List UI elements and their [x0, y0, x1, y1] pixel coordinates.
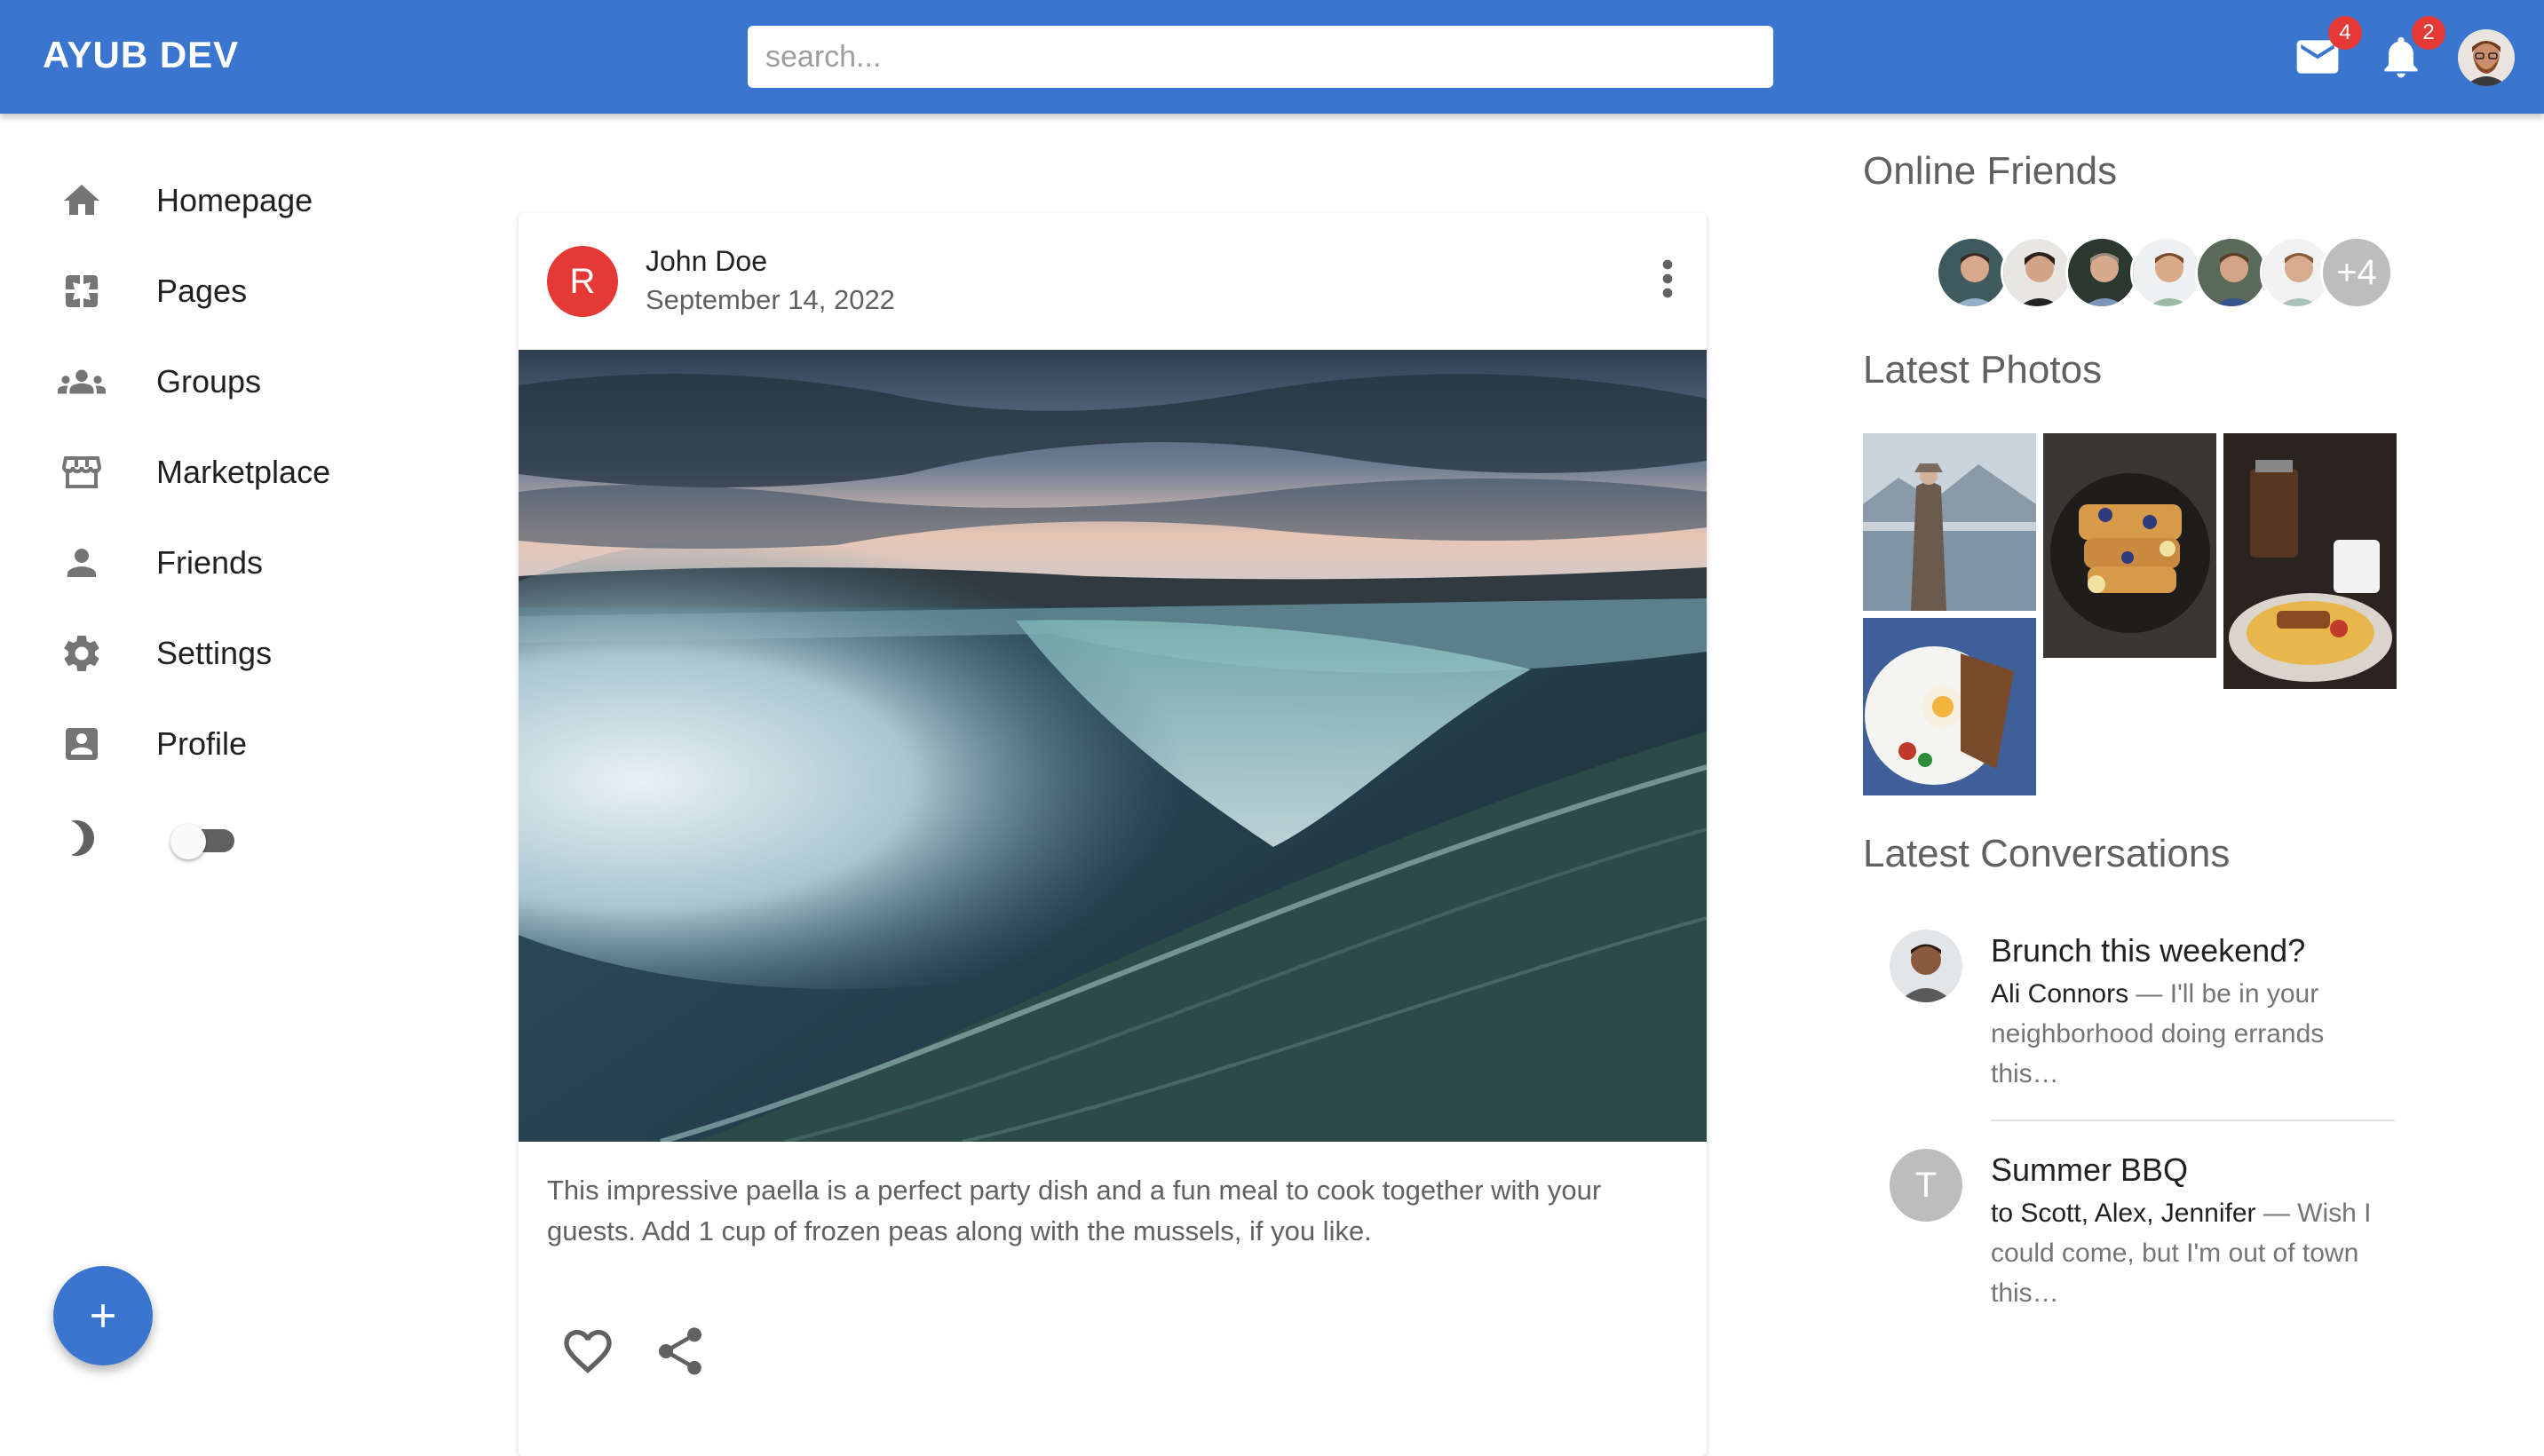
notifications-badge: 2 [2412, 16, 2445, 50]
home-icon [57, 176, 107, 226]
sidebar-item-label: Profile [156, 725, 248, 762]
friend-avatar[interactable] [2195, 236, 2268, 309]
user-avatar[interactable] [2458, 29, 2515, 86]
share-icon [659, 1327, 701, 1375]
conversation-title: Brunch this weekend? [1991, 932, 2306, 969]
mail-button[interactable]: 4 [2293, 16, 2362, 82]
post-text: This impressive paella is a perfect part… [547, 1175, 1602, 1246]
post-image[interactable] [519, 350, 1707, 1142]
photo-thumbnail[interactable] [2223, 433, 2397, 689]
sidebar-item-homepage[interactable]: Homepage [57, 170, 430, 232]
more-friends-badge[interactable]: +4 [2320, 236, 2393, 309]
pages-icon [57, 266, 107, 316]
groups-icon [57, 357, 107, 407]
sidebar-item-friends[interactable]: Friends [57, 532, 430, 594]
friend-avatar[interactable] [2130, 236, 2203, 309]
sidebar-item-label: Friends [156, 544, 264, 581]
post-date: September 14, 2022 [646, 284, 895, 315]
sidebar-item-label: Settings [156, 635, 273, 671]
moon-icon [57, 813, 107, 863]
conversation-avatar [1890, 930, 1962, 1002]
mail-badge: 4 [2328, 16, 2362, 50]
conversation-avatar: T [1890, 1149, 1962, 1222]
conversation-participants: Ali Connors [1991, 979, 2129, 1009]
account-box-icon [57, 719, 107, 769]
dark-mode-toggle[interactable] [170, 824, 240, 859]
brand-logo[interactable]: AYUB DEV [43, 34, 239, 76]
heart-icon [564, 1330, 612, 1373]
post-author-name[interactable]: John Doe [646, 245, 767, 278]
app-bar: AYUB DEV 4 2 [0, 0, 2544, 114]
conversation-participants: to Scott, Alex, Jennifer [1991, 1199, 2256, 1228]
add-post-button[interactable] [53, 1266, 153, 1365]
notifications-button[interactable]: 2 [2376, 16, 2445, 82]
photo-thumbnail[interactable] [1863, 618, 2036, 795]
post-author-avatar[interactable]: R [547, 246, 618, 317]
friend-avatar[interactable] [2001, 236, 2073, 309]
latest-conversations-title: Latest Conversations [1863, 832, 2231, 875]
photo-thumbnail[interactable] [2043, 433, 2216, 658]
person-icon [57, 538, 107, 588]
conversation-snippet: to Scott, Alex, Jennifer — Wish I could … [1991, 1193, 2399, 1313]
storefront-icon [57, 447, 107, 497]
share-button[interactable] [652, 1323, 709, 1380]
photo-thumbnail[interactable] [1863, 433, 2036, 611]
friend-avatar[interactable] [2065, 236, 2138, 309]
search-input[interactable] [748, 26, 1773, 88]
sidebar-item-marketplace[interactable]: Marketplace [57, 441, 430, 503]
gear-icon [57, 629, 107, 678]
conversation-snippet: Ali Connors — I'll be in your neighborho… [1991, 974, 2399, 1094]
conversation-title: Summer BBQ [1991, 1151, 2189, 1188]
more-vert-icon [1662, 259, 1673, 298]
conversation-divider [1991, 1120, 2395, 1121]
sidebar-item-pages[interactable]: Pages [57, 260, 430, 322]
sidebar-item-groups[interactable]: Groups [57, 351, 430, 413]
sidebar-item-profile[interactable]: Profile [57, 713, 430, 775]
sidebar-item-label: Groups [156, 363, 262, 400]
online-friends-title: Online Friends [1863, 149, 2118, 193]
plus-icon [91, 1304, 115, 1327]
post-card: R John Doe September 14, 2022 This impre… [519, 213, 1707, 1456]
sidebar-item-label: Marketplace [156, 454, 331, 490]
sidebar-item-label: Pages [156, 273, 248, 309]
dark-mode-indicator [57, 807, 107, 869]
sidebar-item-settings[interactable]: Settings [57, 622, 430, 684]
friend-avatar[interactable] [1936, 236, 2009, 309]
sidebar-item-label: Homepage [156, 182, 313, 218]
post-more-button[interactable] [1639, 250, 1696, 307]
toggle-knob [170, 824, 206, 859]
like-button[interactable] [559, 1323, 616, 1380]
latest-photos-title: Latest Photos [1863, 348, 2103, 392]
